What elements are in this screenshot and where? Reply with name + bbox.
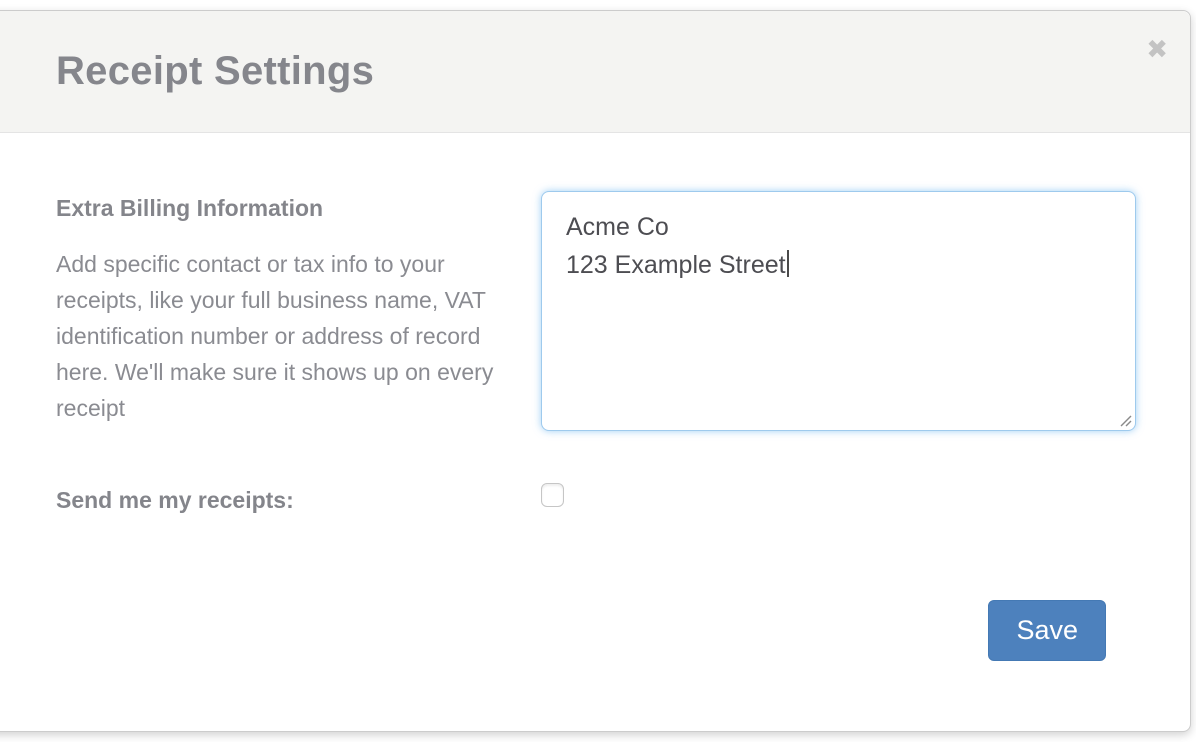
extra-billing-heading: Extra Billing Information [56,195,514,222]
extra-billing-label-column: Extra Billing Information Add specific c… [56,191,514,426]
extra-billing-textarea-value: Acme Co 123 Example Street [566,213,786,279]
close-icon[interactable]: ✖ [1146,37,1168,63]
actions-row: Save [56,600,1106,661]
modal-title: Receipt Settings [56,49,374,94]
save-button[interactable]: Save [988,600,1106,661]
modal-body: Extra Billing Information Add specific c… [0,133,1190,661]
send-receipts-label-column: Send me my receipts: [56,487,514,514]
extra-billing-description: Add specific contact or tax info to your… [56,246,514,426]
send-receipts-checkbox[interactable] [541,483,564,507]
send-receipts-label: Send me my receipts: [56,487,514,514]
text-caret [787,250,789,277]
modal-header: Receipt Settings ✖ [0,11,1190,133]
send-receipts-row: Send me my receipts: [56,487,1190,514]
resize-handle-icon[interactable] [1118,413,1132,427]
extra-billing-textarea[interactable]: Acme Co 123 Example Street [541,191,1136,431]
receipt-settings-modal: Receipt Settings ✖ Extra Billing Informa… [0,10,1191,732]
extra-billing-row: Extra Billing Information Add specific c… [56,191,1190,431]
